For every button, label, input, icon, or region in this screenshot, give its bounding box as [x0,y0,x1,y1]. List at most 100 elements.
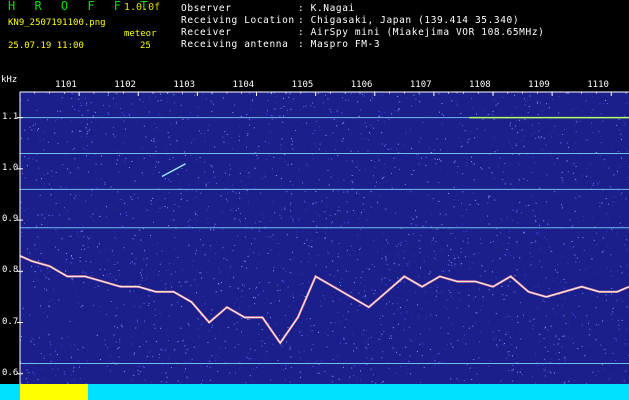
noise-speck [261,329,263,330]
noise-speck [158,171,160,173]
noise-speck [292,148,294,150]
noise-speck [276,243,278,244]
noise-speck [48,214,50,216]
noise-speck [490,241,492,243]
noise-speck [101,155,102,157]
noise-speck [345,270,347,272]
observer-value: : K.Nagai [298,3,355,14]
noise-speck [292,184,294,186]
noise-speck [144,206,146,208]
noise-speck [467,95,469,97]
noise-speck [112,230,114,232]
noise-speck [263,121,265,123]
noise-speck [37,378,39,380]
noise-speck [373,240,375,241]
noise-speck [117,181,118,183]
noise-speck [229,335,231,337]
noise-speck [599,297,601,299]
noise-speck [479,341,481,343]
noise-speck [277,284,279,286]
noise-speck [353,282,355,284]
noise-speck [345,262,347,264]
noise-speck [119,155,120,157]
noise-speck [362,94,364,95]
noise-speck [199,130,200,132]
noise-speck [615,338,617,340]
noise-speck [428,325,429,327]
noise-speck [26,369,28,371]
noise-speck [603,368,605,370]
noise-speck [479,169,481,171]
noise-speck [291,273,293,274]
noise-speck [547,219,549,221]
noise-speck [253,297,255,298]
noise-speck [388,301,390,303]
noise-speck [129,299,131,301]
noise-speck [405,218,406,220]
noise-speck [276,277,278,279]
noise-speck [154,309,156,311]
noise-speck [298,218,300,220]
noise-speck [444,182,446,184]
noise-speck [24,209,26,211]
noise-speck [393,264,395,266]
noise-speck [447,264,449,266]
noise-speck [324,313,326,315]
noise-speck [41,178,42,180]
noise-speck [365,168,366,170]
noise-speck [524,98,526,100]
noise-speck [47,279,49,281]
noise-speck [420,381,422,383]
noise-speck [492,159,494,161]
noise-speck [121,112,123,114]
noise-speck [611,150,613,152]
noise-speck [145,341,147,343]
noise-speck [74,222,76,224]
noise-speck [333,235,335,237]
noise-speck [308,137,310,139]
noise-speck [283,281,285,283]
noise-speck [458,137,460,139]
noise-speck [70,262,72,264]
noise-speck [566,160,568,162]
noise-speck [606,246,608,247]
noise-speck [519,257,521,259]
noise-speck [37,214,39,216]
noise-speck [284,207,286,209]
noise-speck [85,97,87,99]
noise-speck [150,292,152,294]
noise-speck [439,213,441,215]
noise-speck [175,121,177,123]
noise-speck [389,268,391,270]
noise-speck [514,175,516,177]
noise-speck [241,331,243,333]
noise-speck [37,279,39,281]
noise-speck [508,237,510,239]
noise-speck [605,100,606,101]
noise-speck [215,145,217,147]
noise-speck [142,242,144,244]
noise-speck [183,145,185,147]
noise-speck [621,319,623,321]
noise-speck [187,338,189,340]
noise-speck [332,375,334,377]
noise-speck [563,206,564,208]
noise-speck [501,219,503,221]
noise-speck [366,308,368,310]
noise-speck [257,157,259,159]
noise-speck [331,240,333,242]
noise-speck [116,159,118,161]
noise-speck [86,133,88,135]
noise-speck [525,205,527,207]
noise-speck [139,272,141,274]
noise-speck [218,283,220,285]
noise-speck [409,373,411,375]
noise-speck [539,333,541,335]
noise-speck [54,302,56,304]
noise-speck [610,270,612,272]
noise-speck [271,118,273,120]
noise-speck [435,295,437,297]
noise-speck [96,178,98,180]
noise-speck [286,234,288,236]
noise-speck [505,357,507,359]
